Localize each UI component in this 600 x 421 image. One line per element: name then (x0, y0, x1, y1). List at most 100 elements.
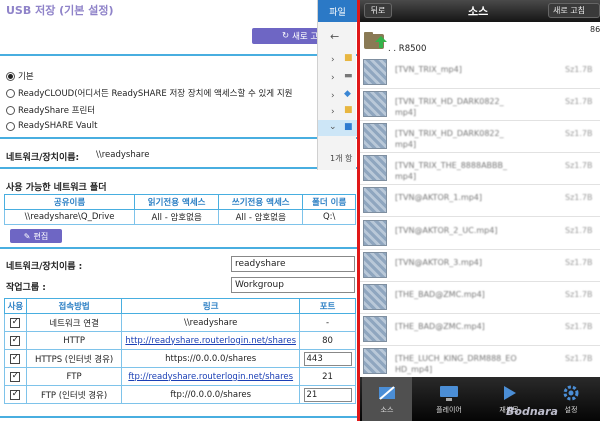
app-title: 소스 (468, 5, 489, 18)
access-col-method: 접속방법 (25, 298, 123, 314)
table-row: \\readyshare\Q_Drive All - 암호없음 All - 암호… (3, 209, 356, 225)
refresh-button[interactable]: 새로 고침 (548, 3, 600, 18)
table-row: ✓ FTP ftp://readyshare.routerlogin.net/s… (4, 367, 356, 386)
chevron-right-icon[interactable]: › (331, 91, 335, 101)
radio-icon[interactable] (6, 121, 15, 131)
share-col-read: 읽기전용 액세스 (134, 194, 220, 210)
enable-checkbox[interactable]: ✓ (10, 335, 21, 346)
tab-source[interactable]: 소스 (362, 377, 412, 421)
file-row[interactable]: [TVN@AKTOR_1.mp4] Sz1.7B (360, 184, 600, 218)
video-thumbnail (363, 91, 387, 118)
tab-label: 설정 (564, 406, 578, 414)
http-link[interactable]: http://readyshare.routerlogin.net/shares (125, 336, 296, 346)
folder-name: . . R8500 (388, 44, 427, 54)
file-row[interactable]: [THE_BAD@ZMC.mp4] Sz1.7B (360, 313, 600, 346)
chevron-right-icon[interactable]: › (331, 55, 335, 65)
divider (0, 416, 357, 418)
file-size: Sz1.7B (565, 289, 593, 299)
radio-label: 기본 (18, 72, 34, 82)
ftp-link[interactable]: ftp://readyshare.routerlogin.net/shares (128, 372, 293, 382)
file-row[interactable]: [THE_BAD@ZMC.mp4] Sz1.7B (360, 281, 600, 314)
chevron-down-icon[interactable]: ⌄ (329, 122, 337, 132)
table-row: ✓ FTP (인터넷 경유) ftp://0.0.0.0/shares 21 (4, 385, 356, 404)
file-explorer-fragment: 파일 ← › ■ › ▬ › ◆ › ■ ⌄ ■ 1개 항 (317, 0, 357, 170)
port-cell: 80 (299, 331, 356, 350)
device-name-input[interactable]: readyshare (231, 256, 355, 272)
https-port-input[interactable]: 443 (303, 351, 352, 366)
file-name: [TVN_TRIX_THE_8888ABBB_ (395, 161, 508, 171)
parent-folder-row[interactable]: . . R8500 (360, 28, 600, 56)
file-row[interactable]: [TVN@AKTOR_2_UC.mp4] Sz1.7B (360, 217, 600, 250)
file-name: [THE_BAD@ZMC.mp4] (395, 289, 485, 299)
enable-checkbox[interactable]: ✓ (10, 317, 21, 328)
back-button[interactable]: 뒤로 (364, 3, 392, 18)
file-size: Sz1.7B (565, 353, 593, 363)
divider (0, 137, 357, 139)
link-cell: \\readyshare (121, 313, 301, 332)
radio-readycloud[interactable]: ReadyCLOUD(어디서든 ReadySHARE 저장 장치에 액세스할 수… (6, 87, 292, 99)
video-thumbnail (363, 251, 387, 278)
folder-name-cell: Q:\ (302, 209, 356, 225)
video-thumbnail (363, 187, 387, 214)
player-icon (440, 386, 458, 401)
video-thumbnail (363, 219, 387, 246)
method-cell: FTP (25, 367, 123, 386)
workgroup-input[interactable]: Workgroup (231, 277, 355, 293)
write-access-cell: All - 암호없음 (218, 209, 304, 225)
shares-header: 사용 가능한 네트워크 폴더 (6, 183, 107, 193)
share-table: 공유이름 읽기전용 액세스 쓰기전용 액세스 폴더 이름 \\readyshar… (3, 194, 356, 225)
radio-printer[interactable]: ReadyShare 프린터 (6, 104, 95, 116)
tab-player[interactable]: 플레이어 (424, 377, 474, 421)
file-size: Sz1.7B (565, 97, 593, 107)
radio-basic[interactable]: 기본 (6, 70, 34, 82)
radio-label: ReadyShare 프린터 (18, 106, 96, 116)
file-row[interactable]: [TVN_TRIX_HD_DARK0822_ mp4] Sz1.7B (360, 88, 600, 122)
file-name: [THE_BAD@ZMC.mp4] (395, 321, 485, 331)
file-name: [TVN_TRIX_HD_DARK0822_ (395, 97, 504, 107)
edit-button[interactable]: ✎ 편집 (10, 229, 62, 243)
source-icon (379, 386, 395, 400)
access-col-port: 포트 (299, 298, 356, 314)
enable-checkbox[interactable]: ✓ (10, 389, 21, 400)
share-col-name: 공유이름 (3, 194, 136, 210)
router-usb-settings-panel: USB 저장 (기본 설정) ↻ 새로 고침 기본 ReadyCLOUD(어디서… (0, 0, 357, 421)
gear-icon (563, 385, 579, 401)
play-icon (504, 386, 516, 400)
refresh-icon: ↻ (281, 31, 290, 41)
file-size: Sz1.7B (565, 65, 593, 74)
file-row[interactable]: [THE_LUCH_KING_DRM888_EO HD_mp4] Sz1.7B (360, 345, 600, 378)
chevron-right-icon[interactable]: › (331, 73, 335, 83)
file-row[interactable]: [TVN_TRIX_THE_8888ABBB_ mp4] Sz1.7B (360, 152, 600, 186)
edit-label: 편집 (33, 231, 49, 241)
file-name: [TVN@AKTOR_3.mp4] (395, 257, 483, 267)
link-cell: ftp://0.0.0.0/shares (121, 385, 301, 404)
folder-icon: ■ (344, 105, 353, 115)
method-cell: HTTP (25, 331, 123, 350)
back-arrow-icon[interactable]: ← (330, 30, 339, 43)
video-thumbnail (363, 123, 387, 150)
method-cell: 네트워크 연결 (25, 313, 123, 332)
page-title: USB 저장 (기본 설정) (6, 4, 114, 17)
radio-label: ReadyCLOUD(어디서든 ReadySHARE 저장 장치에 액세스할 수… (18, 89, 293, 99)
video-thumbnail (363, 155, 387, 182)
enable-checkbox[interactable]: ✓ (10, 371, 21, 382)
method-cell: HTTPS (인터넷 경유) (25, 349, 123, 368)
network-icon: ■ (344, 122, 353, 132)
access-col-link: 링크 (121, 298, 301, 314)
tab-file[interactable]: 파일 (318, 0, 357, 22)
chevron-right-icon[interactable]: › (331, 107, 335, 117)
file-size: Sz1.7B (565, 225, 593, 235)
radio-icon[interactable] (6, 105, 15, 115)
folder-icon: ■ (344, 53, 353, 63)
radio-icon[interactable] (6, 88, 15, 98)
radio-icon[interactable] (6, 71, 15, 81)
file-row[interactable]: [TVN_TRIX_HD_DARK0822_ mp4] Sz1.7B (360, 120, 600, 154)
enable-checkbox[interactable]: ✓ (10, 353, 21, 364)
radio-vault[interactable]: ReadySHARE Vault (6, 121, 97, 131)
share-col-folder: 폴더 이름 (302, 194, 356, 210)
network-device-value: \\readyshare (96, 150, 150, 160)
pencil-icon: ✎ (23, 231, 31, 241)
file-row[interactable]: [TVN_TRIX_mp4] Sz1.7B (360, 56, 600, 89)
file-row[interactable]: [TVN@AKTOR_3.mp4] Sz1.7B (360, 249, 600, 282)
ftp-port-input[interactable]: 21 (303, 387, 352, 402)
